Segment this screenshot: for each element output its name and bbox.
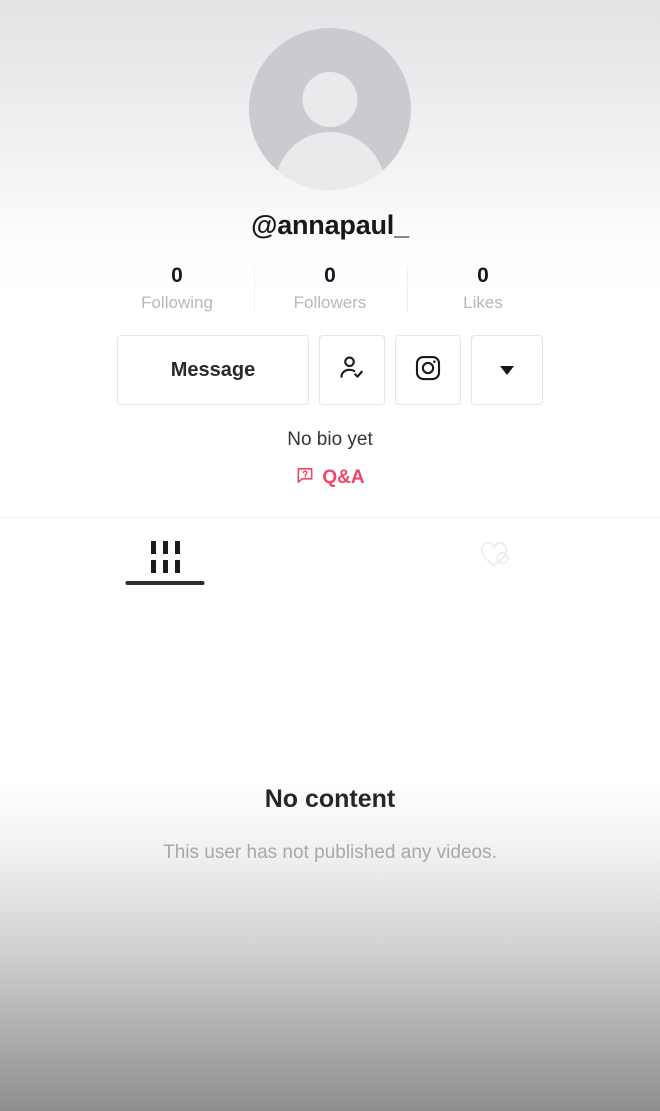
stat-label: Followers [293,293,367,313]
heart-slash-liked-hidden-icon [477,538,513,575]
grid-bar [174,540,180,554]
avatar-head-shape [302,72,358,127]
qa-row: Q&A [0,465,660,491]
stat-value: 0 [171,264,183,287]
question-speech-bubble-icon [295,465,315,491]
stat-label: Likes [463,293,503,313]
empty-state-subtitle: This user has not published any videos. [163,842,497,864]
grid-bar [174,559,180,573]
bio-text: No bio yet [287,429,373,451]
stat-following[interactable]: 0 Following [101,263,254,313]
stat-value: 0 [324,264,336,287]
person-check-icon [337,353,367,388]
grid-bar [150,540,156,554]
empty-state-title: No content [264,785,396,814]
empty-state: No content This user has not published a… [0,785,660,864]
grid-bar [150,559,156,573]
chevron-down-icon [500,365,514,375]
username: @annapaul_ [251,210,409,240]
grid-bar [162,540,168,554]
stat-likes[interactable]: 0 Likes [406,263,560,314]
grid-bar [162,559,168,573]
action-buttons-row: Message [0,335,660,406]
avatar[interactable] [249,28,411,190]
instagram-icon [413,353,443,388]
tab-bar [0,518,660,595]
stats-row: 0 Following 0 Followers 0 Likes [0,263,660,314]
stat-followers[interactable]: 0 Followers [253,263,407,314]
instagram-link-button[interactable] [395,335,461,406]
grid-videos-icon [150,540,180,573]
active-tab-underline [125,581,205,586]
tab-liked-hidden[interactable] [330,518,660,595]
stat-label: Following [141,293,213,313]
qa-link[interactable]: Q&A [295,465,365,491]
tiktok-profile-page: @annapaul_ 0 Following 0 Followers 0 Lik… [0,0,660,1111]
qa-label: Q&A [322,467,365,489]
more-options-button[interactable] [471,335,543,406]
avatar-body-shape [275,132,385,190]
avatar-container [0,0,660,190]
tab-videos[interactable] [0,518,330,595]
stat-value: 0 [477,264,489,287]
suggested-accounts-button[interactable] [319,335,385,406]
message-button[interactable]: Message [117,335,309,406]
